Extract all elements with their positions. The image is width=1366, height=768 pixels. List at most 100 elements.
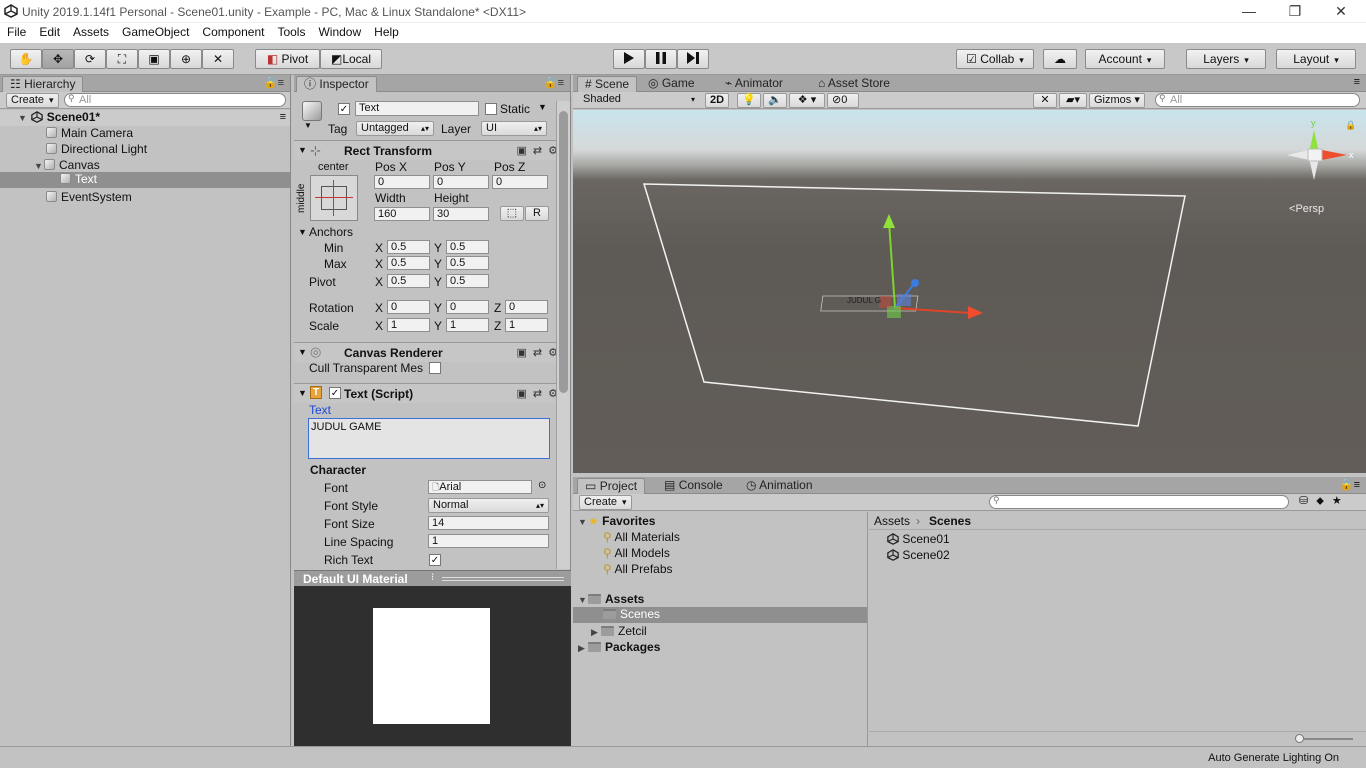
favorites-row[interactable]: ▼★ Favorites	[578, 514, 655, 528]
text-enabled-checkbox[interactable]: ✓	[329, 387, 341, 399]
static-dropdown-icon[interactable]: ▼	[538, 102, 547, 112]
object-picker-icon[interactable]: ⊙	[538, 480, 546, 491]
list-item[interactable]: Scene02	[887, 548, 950, 562]
foldout-arrow-icon[interactable]: ▼	[298, 145, 307, 155]
play-button[interactable]	[613, 49, 645, 69]
list-item[interactable]: ▼ Canvas	[34, 158, 100, 172]
expand-arrow-icon[interactable]: ▼	[578, 517, 588, 527]
layers-dropdown[interactable]: Layers	[1186, 49, 1266, 69]
pause-button[interactable]	[645, 49, 677, 69]
list-item[interactable]: ⚲ All Materials	[603, 530, 680, 544]
size-slider-track[interactable]	[1297, 738, 1353, 740]
scene-viewport[interactable]: JUDUL G y x 🔒 <Persp	[573, 110, 1366, 473]
list-item[interactable]: EventSystem	[46, 190, 132, 204]
expand-arrow-icon[interactable]: ▼	[18, 113, 28, 123]
anchor-min-y-input[interactable]: 0.5	[446, 240, 489, 254]
audio-toggle[interactable]: 🔈	[763, 93, 787, 108]
layer-dropdown[interactable]: UI ▴▾	[481, 121, 547, 136]
persp-label[interactable]: <Persp	[1289, 203, 1324, 215]
anchors-foldout-icon[interactable]: ▼	[298, 227, 307, 237]
scene-row[interactable]: ▼ Scene01* ≡	[0, 110, 290, 126]
tab-animation[interactable]: ◷ Animation	[739, 478, 820, 494]
project-search-input[interactable]	[989, 495, 1289, 509]
posy-input[interactable]: 0	[433, 175, 489, 189]
breadcrumb-assets[interactable]: Assets	[874, 514, 910, 528]
list-item[interactable]: Main Camera	[46, 126, 133, 140]
tab-asset-store[interactable]: ⌂ Asset Store	[811, 76, 897, 92]
breadcrumb-scenes[interactable]: Scenes	[929, 514, 971, 528]
size-slider-thumb[interactable]	[1295, 734, 1304, 743]
font-style-dropdown[interactable]: Normal ▴▾	[428, 498, 549, 513]
gizmo-lock-icon[interactable]: 🔒	[1345, 120, 1356, 131]
minimize-icon[interactable]: —	[1226, 0, 1272, 23]
menu-edit[interactable]: Edit	[32, 23, 66, 39]
list-item-selected[interactable]: Scenes	[573, 607, 867, 623]
foldout-arrow-icon[interactable]: ▼	[298, 347, 307, 357]
scale-tool-icon[interactable]: ⛶	[106, 49, 138, 69]
rect-tool-icon[interactable]: ▣	[138, 49, 170, 69]
menu-window[interactable]: Window	[311, 23, 367, 39]
hidden-objects-button[interactable]: ⊘0	[827, 93, 859, 108]
list-item-selected[interactable]: Text	[0, 172, 290, 188]
custom-tool-icon[interactable]: ✕	[202, 49, 234, 69]
anchor-max-x-input[interactable]: 0.5	[387, 256, 430, 270]
expand-arrow-icon[interactable]: ▼	[34, 161, 44, 171]
move-tool-icon[interactable]: ✥	[42, 49, 74, 69]
assets-row[interactable]: ▼ Assets	[578, 592, 644, 606]
icon-dropdown-arrow-icon[interactable]: ▼	[304, 121, 312, 130]
menu-tools[interactable]: Tools	[270, 23, 311, 39]
step-button[interactable]	[677, 49, 709, 69]
rotation-z-input[interactable]: 0	[505, 300, 548, 314]
camera-dropdown[interactable]: ▰▾	[1059, 93, 1087, 108]
menu-component[interactable]: Component	[195, 23, 270, 39]
material-header[interactable]: Default UI Material ⁝	[294, 570, 571, 586]
menu-gameobject[interactable]: GameObject	[115, 23, 195, 39]
list-item[interactable]: ⚲ All Prefabs	[603, 562, 673, 576]
foldout-arrow-icon[interactable]: ▼	[298, 388, 307, 398]
hierarchy-search-input[interactable]: All	[64, 93, 286, 107]
tab-console[interactable]: ▤ Console	[657, 478, 730, 494]
text-script-header[interactable]: ▼ T ✓ Text (Script) ▣⇄⚙	[294, 383, 570, 403]
hand-tool-icon[interactable]: ✋	[10, 49, 42, 69]
height-input[interactable]: 30	[433, 207, 489, 221]
scale-z-input[interactable]: 1	[505, 318, 548, 332]
cloud-button[interactable]: ☁	[1043, 49, 1077, 69]
rotation-y-input[interactable]: 0	[446, 300, 489, 314]
effects-dropdown[interactable]: ❖ ▾	[789, 93, 825, 108]
scene-menu-icon[interactable]: ≡	[280, 111, 286, 123]
gizmos-dropdown[interactable]: Gizmos ▾	[1089, 93, 1145, 108]
material-options-icon[interactable]: ⁝	[431, 572, 434, 583]
raw-edit-button[interactable]: R	[525, 206, 549, 221]
line-spacing-input[interactable]: 1	[428, 534, 549, 548]
blueprint-mode-button[interactable]: ⬚	[500, 206, 524, 221]
panel-menu-icon[interactable]: ≡	[1354, 76, 1360, 88]
layout-dropdown[interactable]: Layout	[1276, 49, 1356, 69]
list-item[interactable]: ⚲ All Models	[603, 546, 670, 560]
tab-scene[interactable]: # Scene	[577, 76, 638, 92]
width-input[interactable]: 160	[374, 207, 430, 221]
font-object-field[interactable]: 🗋Arial	[428, 480, 532, 494]
rect-transform-header[interactable]: ▼ ⊹ Rect Transform ▣⇄⚙	[294, 140, 570, 160]
tab-game[interactable]: ◎ Game	[641, 76, 702, 92]
scrollbar-thumb[interactable]	[559, 111, 568, 393]
scene-search-input[interactable]: All	[1155, 93, 1360, 107]
tab-animator[interactable]: ⌁ Animator	[718, 76, 790, 92]
packages-row[interactable]: ▶ Packages	[578, 640, 660, 654]
local-button[interactable]: ◩Local	[320, 49, 382, 69]
menu-help[interactable]: Help	[367, 23, 405, 39]
expand-arrow-icon[interactable]: ▼	[578, 595, 588, 605]
tools-button[interactable]: ✕	[1033, 93, 1057, 108]
static-checkbox[interactable]	[485, 103, 497, 115]
project-create-button[interactable]: Create	[579, 495, 632, 510]
tab-inspector[interactable]: ⓘ Inspector	[296, 76, 377, 92]
collapse-arrow-icon[interactable]: ▶	[591, 627, 601, 638]
filter-icons[interactable]: ⛁⬥★	[1299, 494, 1350, 508]
anchor-min-x-input[interactable]: 0.5	[387, 240, 430, 254]
rotation-x-input[interactable]: 0	[387, 300, 430, 314]
text-content-input[interactable]: JUDUL GAME	[308, 418, 550, 459]
account-dropdown[interactable]: Account	[1085, 49, 1165, 69]
rotate-tool-icon[interactable]: ⟳	[74, 49, 106, 69]
anchor-max-y-input[interactable]: 0.5	[446, 256, 489, 270]
list-item[interactable]: Scene01	[887, 532, 950, 546]
menu-file[interactable]: File	[0, 23, 32, 39]
